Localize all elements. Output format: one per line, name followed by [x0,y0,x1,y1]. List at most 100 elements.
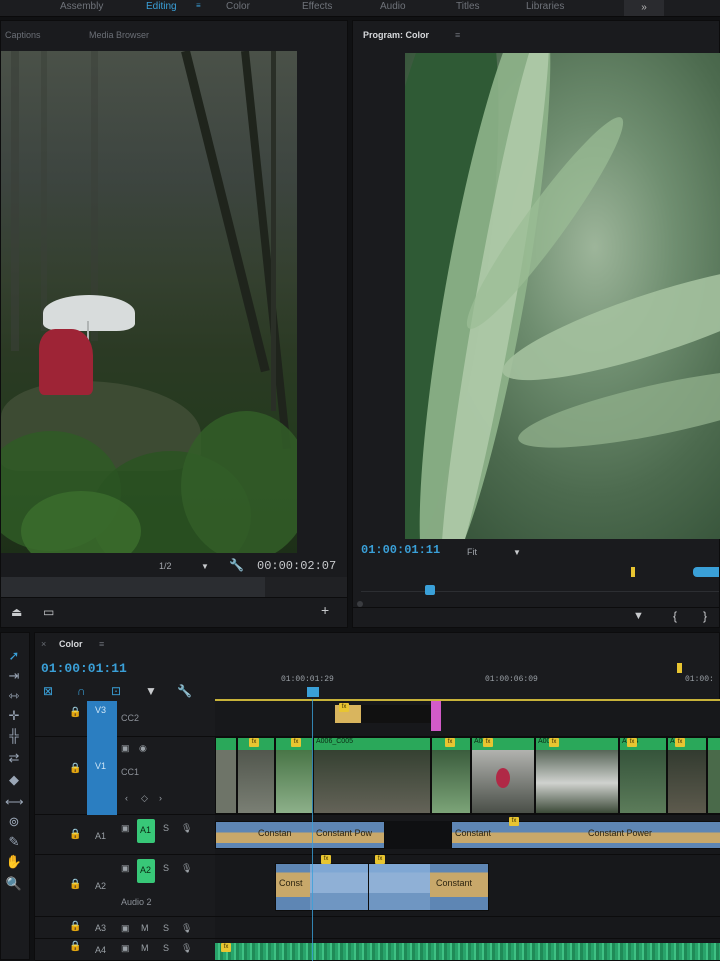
workspace-assembly[interactable]: Assembly [60,1,103,12]
toggle-sync-lock-icon[interactable]: ▣ [121,743,130,754]
audio-clip[interactable]: Const Constant [275,863,489,911]
track-select-tool-icon[interactable]: ⇥ [5,667,23,685]
track-v3[interactable]: fx [215,701,720,737]
program-video-frame[interactable] [405,53,720,539]
source-timecode[interactable]: 00:00:02:07 [257,559,336,573]
hand-tool-icon[interactable]: ✎ [5,833,23,851]
program-fit-select[interactable]: Fit [467,547,477,557]
snap-icon[interactable]: ∩ [77,685,86,697]
add-keyframe-icon[interactable]: ◇ [141,793,148,804]
workspace-audio[interactable]: Audio [380,1,406,12]
workspace-titles[interactable]: Titles [456,1,480,12]
zoom-tool-icon[interactable]: 🔍 [5,875,23,893]
track-target-v1[interactable]: V1 [87,737,117,815]
video-clip[interactable] [707,737,720,814]
track-target-v3[interactable]: V3 [87,701,117,737]
razor-tool-icon[interactable]: ⇄ [5,749,23,767]
video-clip[interactable] [275,737,313,814]
source-patch-a2[interactable]: A2 [137,859,155,883]
microphone-icon[interactable]: 🎙 [181,923,192,934]
add-marker-icon[interactable]: ▼ [633,610,644,622]
wrench-icon[interactable]: 🔧 [229,559,244,571]
tab-media-browser[interactable]: Media Browser [89,30,149,40]
timeline-playhead[interactable] [307,687,319,697]
hand-icon[interactable]: ✋ [5,853,23,871]
slip-tool-icon[interactable]: ◆ [5,771,23,789]
workspace-overflow-button[interactable]: » [624,0,664,16]
workspace-effects[interactable]: Effects [302,1,332,12]
timeline-timecode[interactable]: 01:00:01:11 [41,661,127,676]
wrench-icon[interactable]: 🔧 [177,685,192,697]
track-a1[interactable]: Constan Constant Pow Constant Constant P… [215,815,720,855]
track-a2[interactable]: Const Constant fx fx [215,855,720,917]
panel-menu-icon[interactable]: ≡ [455,30,460,40]
tab-captions[interactable]: Captions [5,30,41,40]
video-clip[interactable] [431,737,471,814]
next-keyframe-icon[interactable]: › [159,793,162,803]
video-clip[interactable] [237,737,275,814]
track-v1[interactable]: A006_C005 A001 A004 A004 A00 fx fx fx fx… [215,737,720,815]
video-clip[interactable] [215,737,237,814]
video-clip[interactable]: A00 [667,737,707,814]
solo-button[interactable]: S [163,863,169,873]
video-clip[interactable]: A001 [471,737,535,814]
track-a4[interactable]: fx [215,939,720,961]
add-button-icon[interactable]: + [321,603,329,617]
track-a3[interactable] [215,917,720,939]
source-video-frame[interactable] [1,51,297,553]
source-patch-a1[interactable]: A1 [137,819,155,843]
video-clip[interactable]: A004 [619,737,667,814]
source-zoom-select[interactable]: 1/2 [159,561,172,571]
linked-selection-icon[interactable]: ⊡ [111,685,121,697]
timeline-ruler[interactable]: 01:00:01:29 01:00:06:09 01:00: [215,663,720,701]
black-video-clip[interactable] [361,705,431,723]
workspace-color[interactable]: Color [226,1,250,12]
selection-tool-icon[interactable]: ➚ [5,647,23,665]
audio-clip[interactable]: Constan Constant Pow [215,821,385,849]
program-playhead[interactable] [425,585,435,595]
insert-icon[interactable]: ⏏ [11,606,22,618]
rate-stretch-tool-icon[interactable]: ╬ [5,727,23,745]
pen-tool-icon[interactable]: ⊚ [5,813,23,831]
panel-menu-icon[interactable]: ≡ [99,639,104,649]
lock-icon[interactable]: 🔒 [69,763,81,774]
program-zoom-handle[interactable] [693,567,719,577]
microphone-icon[interactable]: 🎙 [181,943,192,954]
mark-out-icon[interactable]: } [703,610,707,622]
microphone-icon[interactable]: 🎙 [181,863,192,874]
mark-in-icon[interactable]: { [673,610,677,622]
mute-button[interactable]: M [141,923,149,933]
workspace-editing-menu-icon[interactable]: ≡ [196,1,201,10]
add-marker-icon[interactable]: ▼ [145,685,157,697]
workspace-libraries[interactable]: Libraries [526,1,564,12]
program-panel-title[interactable]: Program: Color [363,30,429,40]
video-clip[interactable]: A006_C005 [313,737,431,814]
audio-waveform-clip[interactable] [215,943,720,960]
microphone-icon[interactable]: 🎙 [181,823,192,834]
timeline-sequence-tab[interactable]: Color [59,639,83,649]
ripple-edit-tool-icon[interactable]: ⇿ [5,687,23,705]
prev-keyframe-icon[interactable]: ‹ [125,793,128,803]
toggle-sync-lock-icon[interactable]: ▣ [121,923,130,934]
overwrite-icon[interactable]: ▭ [43,606,54,618]
nest-icon[interactable]: ⊠ [43,685,53,697]
rolling-edit-tool-icon[interactable]: ✛ [5,707,23,725]
chevron-down-icon[interactable]: ▼ [201,561,209,573]
toggle-sync-lock-icon[interactable]: ▣ [121,943,130,954]
solo-button[interactable]: S [163,923,169,933]
lock-icon[interactable]: 🔒 [69,941,81,952]
solo-button[interactable]: S [163,823,169,833]
chevron-down-icon[interactable]: ▼ [513,547,521,559]
program-time-ruler[interactable] [353,567,719,607]
source-scrubber[interactable] [1,577,265,597]
lock-icon[interactable]: 🔒 [69,707,81,718]
lock-icon[interactable]: 🔒 [69,879,81,890]
slide-tool-icon[interactable]: ⟷ [5,793,24,811]
workspace-editing[interactable]: Editing [146,1,177,12]
audio-clip[interactable]: Constant Constant Power [451,821,720,849]
toggle-sync-lock-icon[interactable]: ▣ [121,823,130,834]
close-icon[interactable]: × [41,639,46,649]
toggle-sync-lock-icon[interactable]: ▣ [121,863,130,874]
video-clip[interactable]: A004 [535,737,619,814]
adjustment-layer-clip[interactable] [431,701,441,731]
